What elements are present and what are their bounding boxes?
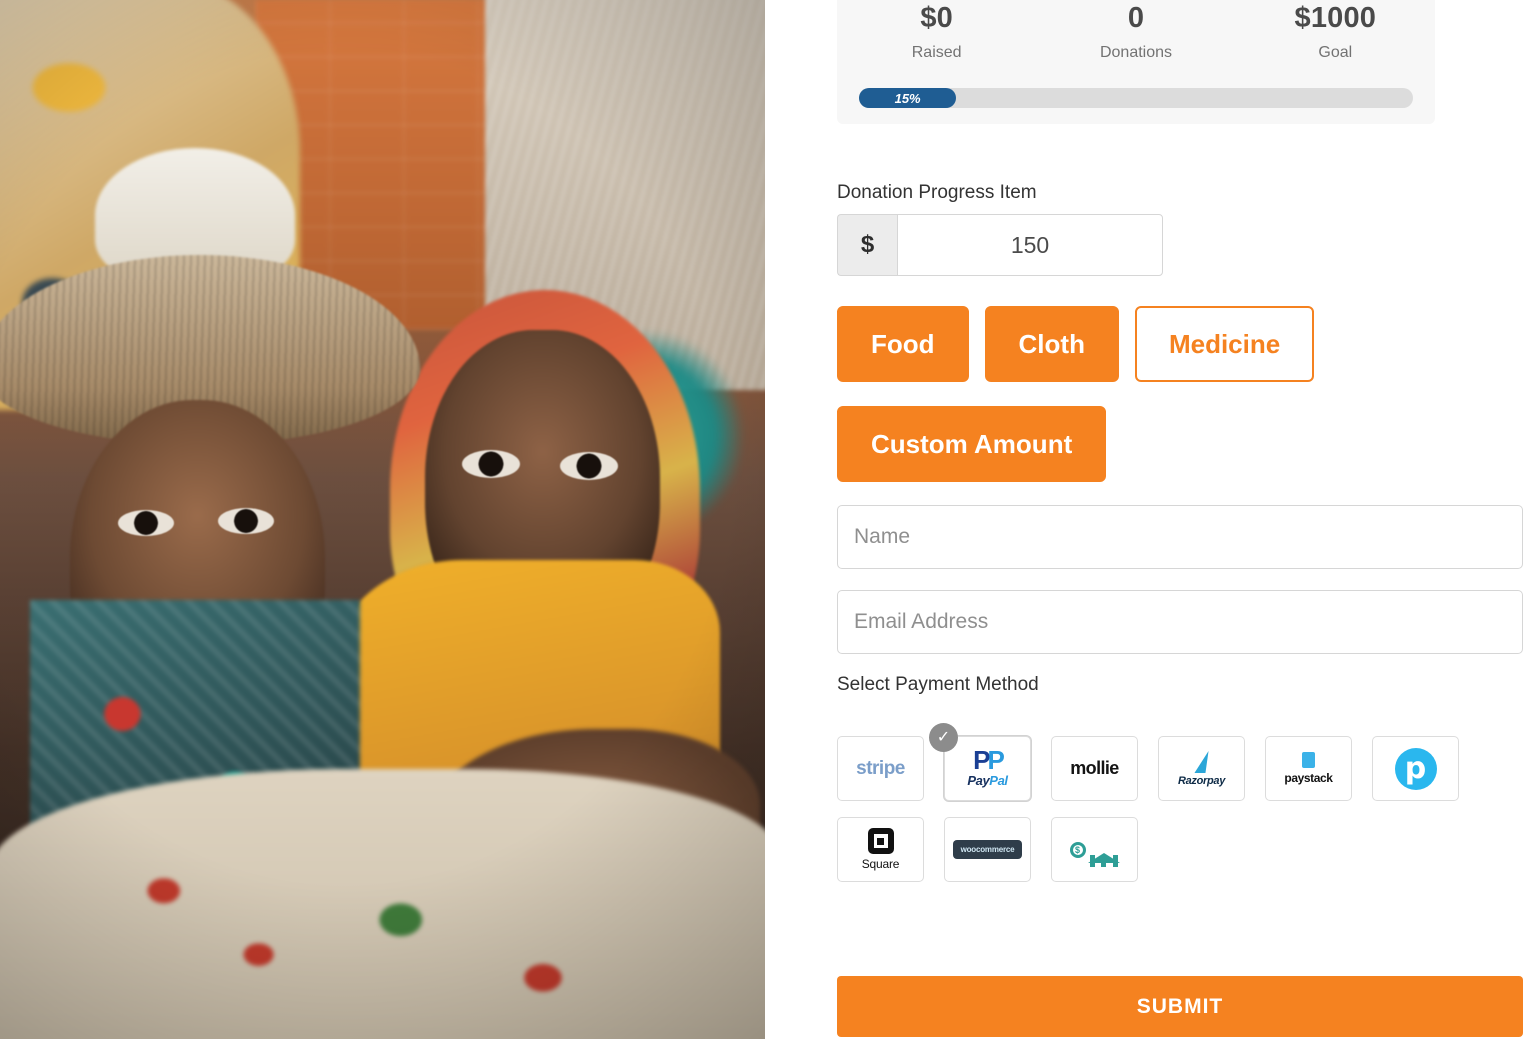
razorpay-icon: Razorpay	[1177, 750, 1226, 787]
payment-method-mollie[interactable]: mollie	[1051, 736, 1138, 801]
campaign-stats-panel: $0 Raised 0 Donations $1000 Goal 15%	[837, 0, 1435, 125]
payment-method-grid: stripe ✓ PP PayPal mollie Razorpay payst…	[837, 723, 1534, 882]
square-icon: Square	[861, 828, 900, 871]
submit-button[interactable]: SUBMIT	[837, 976, 1523, 1037]
currency-symbol: $	[837, 214, 897, 276]
progress-percent-label: 15%	[894, 90, 921, 106]
woocommerce-icon: woocommerce	[952, 840, 1023, 859]
stat-raised-value: $0	[920, 2, 953, 34]
progress-bar-track: 15%	[859, 88, 1413, 109]
square-wordmark: Square	[861, 857, 900, 871]
selected-check-icon: ✓	[929, 723, 958, 752]
name-input[interactable]	[837, 505, 1523, 569]
payment-method-razorpay[interactable]: Razorpay	[1158, 736, 1245, 801]
payment-method-paystack[interactable]: paystack	[1265, 736, 1352, 801]
tier-button-cloth[interactable]: Cloth	[984, 306, 1119, 382]
stat-goal-label: Goal	[1318, 44, 1353, 62]
paystack-wordmark: paystack	[1284, 771, 1333, 785]
payumoney-icon: p	[1394, 747, 1437, 790]
stat-goal: $1000 Goal	[1236, 0, 1435, 62]
tier-button-medicine[interactable]: Medicine	[1134, 306, 1315, 382]
stat-donations-label: Donations	[1099, 44, 1173, 62]
campaign-photo-image	[0, 0, 765, 1039]
custom-amount-button[interactable]: Custom Amount	[837, 406, 1107, 482]
payment-method-stripe[interactable]: stripe	[837, 736, 924, 801]
donation-tier-row: Food Cloth Medicine	[837, 306, 1315, 382]
campaign-photo	[0, 0, 765, 1039]
stat-donations-value: 0	[1127, 2, 1145, 34]
donation-form: $0 Raised 0 Donations $1000 Goal 15% Don…	[765, 0, 1534, 1039]
stat-raised: $0 Raised	[837, 0, 1036, 62]
donation-amount-input[interactable]	[897, 214, 1163, 276]
stats-row: $0 Raised 0 Donations $1000 Goal	[837, 0, 1435, 62]
stripe-icon: stripe	[856, 757, 905, 779]
progress-bar-fill: 15%	[859, 88, 957, 109]
paypal-mark-icon: PP	[973, 745, 1005, 776]
donation-amount-group: $	[837, 214, 1163, 276]
payment-method-square[interactable]: Square	[837, 817, 924, 882]
custom-amount-row: Custom Amount	[837, 406, 1107, 482]
paypal-wordmark: PayPal	[967, 772, 1008, 788]
payment-method-label: Select Payment Method	[837, 674, 1039, 695]
stat-raised-label: Raised	[911, 44, 962, 62]
payment-method-banktransfer[interactable]: $	[1051, 817, 1138, 882]
donation-item-label: Donation Progress Item	[837, 182, 1037, 203]
payment-method-woocommerce[interactable]: woocommerce	[944, 817, 1031, 882]
stat-donations: 0 Donations	[1036, 0, 1235, 62]
tier-button-food[interactable]: Food	[837, 306, 969, 382]
stat-goal-value: $1000	[1294, 2, 1377, 34]
razorpay-wordmark: Razorpay	[1177, 774, 1226, 787]
bank-transfer-icon: $	[1069, 836, 1120, 867]
payment-method-paypal[interactable]: ✓ PP PayPal	[929, 723, 1031, 801]
donation-page: $0 Raised 0 Donations $1000 Goal 15% Don…	[0, 0, 1534, 1039]
email-input[interactable]	[837, 590, 1523, 654]
paystack-icon: paystack	[1284, 752, 1333, 785]
mollie-icon: mollie	[1070, 758, 1119, 778]
payment-method-payumoney[interactable]: p	[1372, 736, 1459, 801]
paypal-icon: PP PayPal	[967, 745, 1008, 788]
